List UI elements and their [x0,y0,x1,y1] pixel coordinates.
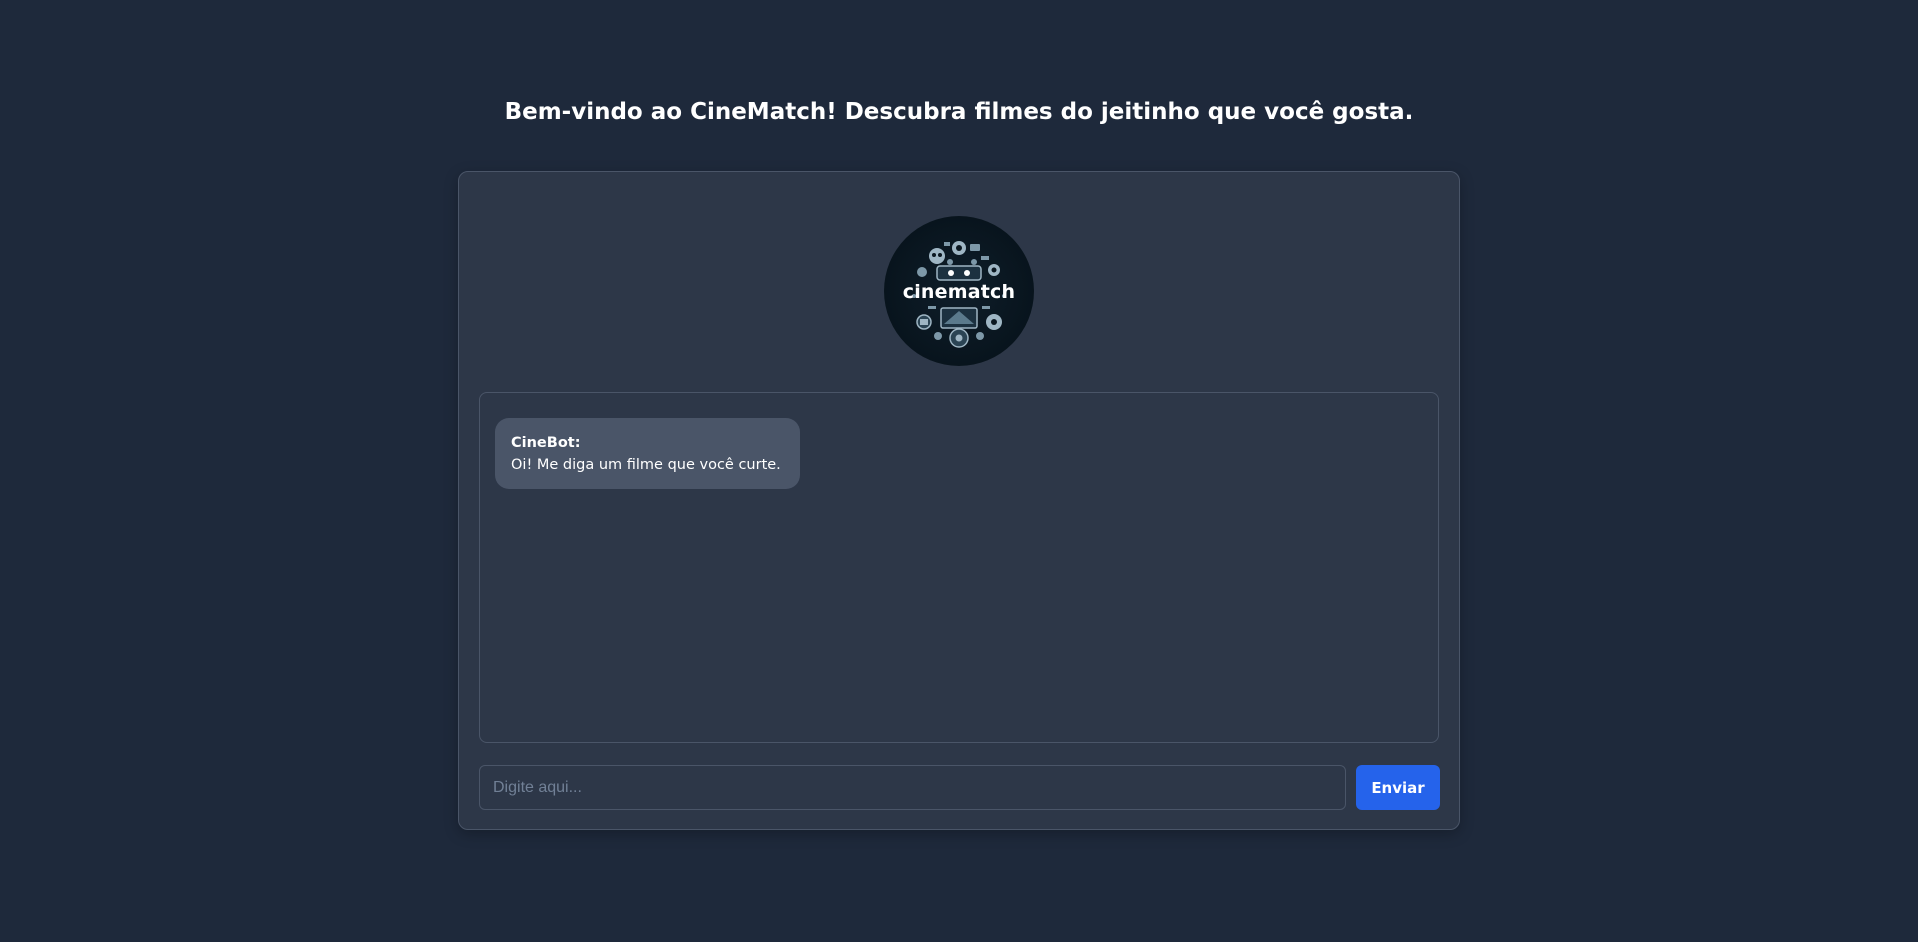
message-sender: CineBot: [511,435,581,451]
logo-text: cinematch [902,281,1016,303]
page-title: Bem-vindo ao CineMatch! Descubra filmes … [504,99,1414,125]
send-button[interactable]: Enviar [1356,765,1440,810]
message-text: Oi! Me diga um filme que você curte. [511,457,781,473]
chat-card: cinematch CineBot: Oi! Me diga um filme … [458,171,1460,830]
bot-message-bubble: CineBot: Oi! Me diga um filme que você c… [495,418,800,489]
cinematch-logo: cinematch [884,216,1034,366]
message-input[interactable] [479,765,1346,810]
chat-messages-area[interactable]: CineBot: Oi! Me diga um filme que você c… [479,392,1439,743]
message-input-row: Enviar [479,765,1440,810]
